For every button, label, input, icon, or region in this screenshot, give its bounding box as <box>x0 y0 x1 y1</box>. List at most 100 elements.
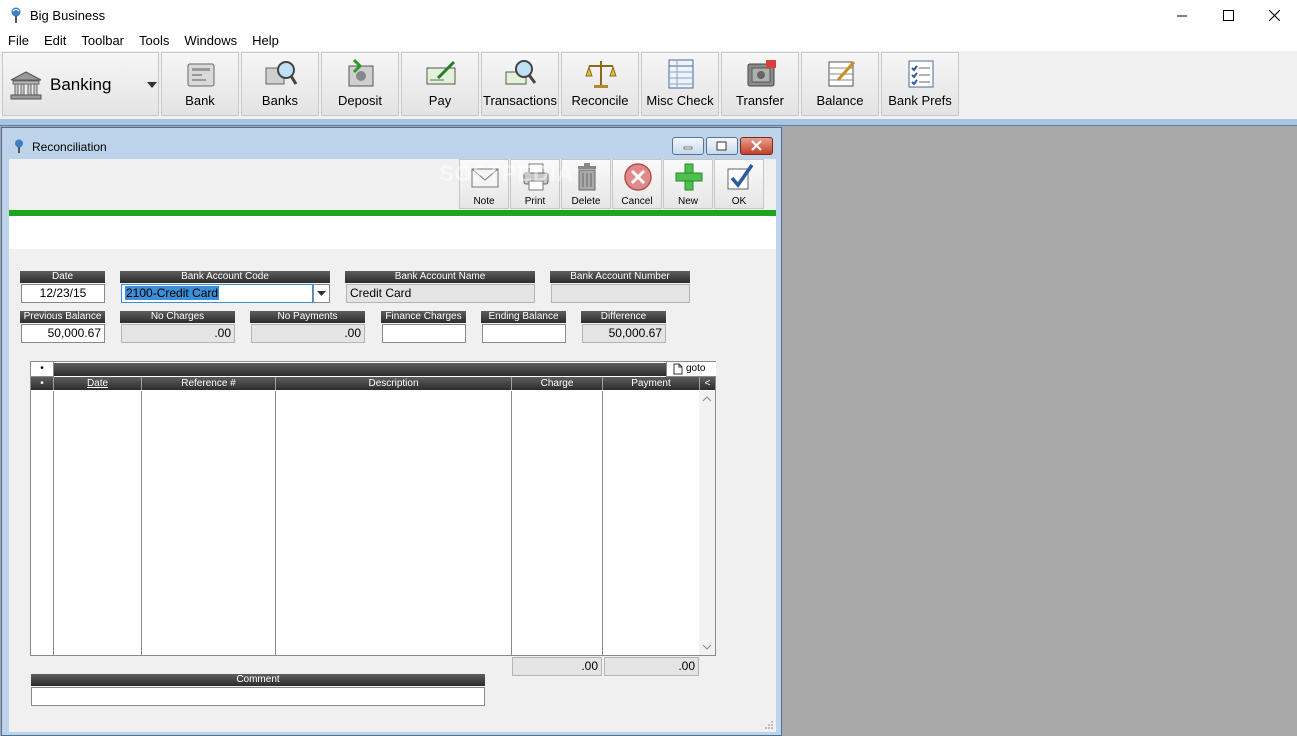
note-label: Note <box>473 196 495 207</box>
cancel-button[interactable]: Cancel <box>612 159 662 209</box>
toolbar-bank-button[interactable]: Bank <box>161 52 239 116</box>
no-payments-label: No Payments <box>250 311 365 323</box>
column-header-date[interactable]: Date <box>54 377 142 390</box>
bank-account-number-label: Bank Account Number <box>550 271 690 283</box>
difference-label: Difference <box>581 311 666 323</box>
window-body: Note Print Delete Cancel New OK SOFTPEDI… <box>9 159 776 732</box>
comment-label: Comment <box>31 674 485 686</box>
toolbar-transfer-button[interactable]: Transfer <box>721 52 799 116</box>
menu-windows[interactable]: Windows <box>176 31 244 51</box>
module-label: Banking <box>50 75 112 94</box>
total-payment-field: .00 <box>604 657 699 676</box>
column-header-payment[interactable]: Payment <box>603 377 700 390</box>
balance-sheet-icon <box>828 61 856 87</box>
toolbar-balance-button[interactable]: Balance <box>801 52 879 116</box>
date-label: Date <box>20 271 105 283</box>
close-button[interactable] <box>1251 0 1297 31</box>
bank-account-number-field <box>551 284 690 303</box>
checklist-icon <box>908 60 934 88</box>
print-label: Print <box>524 196 546 207</box>
no-payments-field: .00 <box>251 324 365 343</box>
child-maximize-button[interactable] <box>706 137 738 155</box>
column-header-description[interactable]: Description <box>276 377 512 390</box>
previous-balance-label: Previous Balance <box>20 311 105 323</box>
previous-balance-field[interactable]: 50,000.67 <box>21 324 105 343</box>
bank-account-code-label: Bank Account Code <box>120 271 330 283</box>
bank-building-icon <box>10 71 42 100</box>
maximize-icon <box>716 141 727 151</box>
toolbar-balance-label: Balance <box>816 93 864 108</box>
new-button[interactable]: New <box>663 159 713 209</box>
column-header-charge[interactable]: Charge <box>512 377 603 390</box>
grid-bullet[interactable]: • <box>31 362 54 377</box>
toolbar-transactions-label: Transactions <box>483 93 557 108</box>
toolbar-banks-label: Banks <box>261 93 299 108</box>
toolbar-misc-check-button[interactable]: Misc Check <box>641 52 719 116</box>
maximize-button[interactable] <box>1205 0 1251 31</box>
toolbar-deposit-button[interactable]: Deposit <box>321 52 399 116</box>
ledger-icon <box>668 59 694 89</box>
chevron-down-icon <box>317 291 326 296</box>
comment-field[interactable] <box>31 687 485 706</box>
child-minimize-button[interactable] <box>672 137 704 155</box>
ok-label: OK <box>731 196 747 207</box>
chevron-down-icon <box>147 82 157 88</box>
minimize-button[interactable] <box>1159 0 1205 31</box>
grid-header-row: • Date Reference # Description Charge Pa… <box>31 377 715 390</box>
trash-icon <box>578 163 596 191</box>
menu-file[interactable]: File <box>0 31 36 51</box>
goto-label: goto <box>686 363 706 374</box>
banks-search-icon <box>265 61 298 85</box>
grid-column-description <box>276 391 512 655</box>
ending-balance-label: Ending Balance <box>481 311 566 323</box>
ok-button[interactable]: OK <box>714 159 764 209</box>
bank-account-name-label: Bank Account Name <box>345 271 535 283</box>
column-header-reference[interactable]: Reference # <box>142 377 276 390</box>
grid-column-select <box>31 391 54 655</box>
goto-button[interactable]: goto <box>666 362 716 377</box>
grid-column-date <box>54 391 142 655</box>
grid-scrollbar[interactable] <box>699 391 715 655</box>
toolbar-reconcile-button[interactable]: Reconcile <box>561 52 639 116</box>
module-selector[interactable]: Banking <box>2 52 159 116</box>
title-bar: Big Business <box>0 0 1297 31</box>
form-header-band <box>9 216 776 249</box>
toolbar-misc-check-label: Misc Check <box>646 93 714 108</box>
safe-transfer-icon <box>747 60 776 87</box>
toolbar-pay-button[interactable]: Pay <box>401 52 479 116</box>
child-close-button[interactable] <box>740 137 773 155</box>
toolbar-bank-prefs-button[interactable]: Bank Prefs <box>881 52 959 116</box>
bank-account-code-input[interactable]: 2100-Credit Card <box>121 284 313 303</box>
column-header-select[interactable]: • <box>31 377 54 390</box>
menu-help[interactable]: Help <box>244 31 286 51</box>
resize-grip-icon[interactable] <box>764 720 774 730</box>
toolbar-banks-button[interactable]: Banks <box>241 52 319 116</box>
transactions-grid: • goto • Date Reference # Description Ch… <box>30 361 716 656</box>
minimize-icon <box>683 146 693 150</box>
toolbar-transactions-button[interactable]: Transactions <box>481 52 559 116</box>
app-window: Big Business File Edit Toolbar Tools Win… <box>0 0 1297 736</box>
grid-column-charge <box>512 391 603 655</box>
app-logo-icon <box>15 139 23 153</box>
menu-edit[interactable]: Edit <box>36 31 73 51</box>
chevron-down-icon <box>702 644 712 650</box>
bank-account-code-dropdown[interactable] <box>313 284 330 303</box>
menu-toolbar[interactable]: Toolbar <box>73 31 131 51</box>
chevron-up-icon <box>702 396 712 402</box>
cancel-icon <box>624 163 652 191</box>
toolbar-bank-prefs-label: Bank Prefs <box>888 93 952 108</box>
main-toolbar: Banking Bank Banks Deposit Pay Transacti… <box>0 51 1297 119</box>
app-logo-icon <box>11 7 21 23</box>
close-icon <box>751 140 762 151</box>
document-icon <box>673 363 683 375</box>
finance-charges-field[interactable] <box>382 324 466 343</box>
date-field[interactable]: 12/23/15 <box>21 284 105 303</box>
column-header-collapse[interactable]: < <box>700 377 715 390</box>
bank-account-code-value: 2100-Credit Card <box>125 286 220 300</box>
window-title: Reconciliation <box>32 140 107 154</box>
ending-balance-field[interactable] <box>482 324 566 343</box>
bank-register-icon <box>187 63 215 87</box>
menu-tools[interactable]: Tools <box>131 31 176 51</box>
grid-column-payment <box>603 391 700 655</box>
difference-field: 50,000.67 <box>582 324 666 343</box>
